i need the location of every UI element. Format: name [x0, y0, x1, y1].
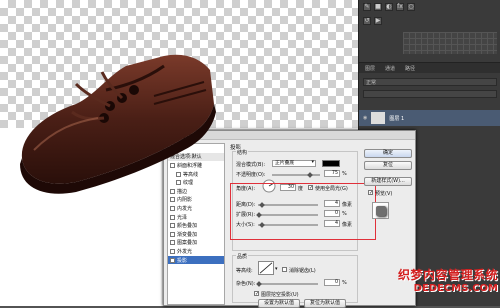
quality-title: 品质	[236, 253, 249, 260]
contour-label: 等高线:	[236, 268, 253, 274]
layer-blend-mode-select[interactable]: 正常	[363, 78, 497, 86]
style-item[interactable]: 外发光	[168, 247, 224, 256]
style-item-checkbox[interactable]	[170, 205, 175, 211]
antialias-label: 消除锯齿(L)	[289, 268, 316, 274]
style-item-checkbox[interactable]	[170, 240, 175, 246]
style-icon[interactable]: fx	[396, 3, 404, 11]
new-style-button[interactable]: 新建样式(W)...	[364, 177, 412, 186]
style-item[interactable]: 渐变叠加	[168, 230, 224, 239]
tab-channels[interactable]: 通道	[385, 65, 395, 72]
layer-blend-mode-label: 正常	[366, 80, 377, 86]
shadow-color-swatch[interactable]	[322, 160, 340, 167]
style-item-checkbox[interactable]	[170, 223, 175, 229]
noise-label: 杂色(N):	[236, 281, 256, 287]
layers-tabs: 图层 通道 路径	[359, 62, 500, 73]
style-item-label: 内发光	[177, 205, 193, 212]
noise-unit: %	[342, 280, 347, 286]
style-preview-thumbnail	[372, 202, 389, 219]
knockout-checkbox[interactable]: ✓	[254, 291, 259, 297]
style-item[interactable]: 光泽	[168, 213, 224, 222]
style-item-label: 投影	[177, 257, 188, 264]
style-item[interactable]: 内阴影	[168, 196, 224, 205]
opacity-unit: %	[342, 171, 347, 177]
reset-button[interactable]: 复位	[364, 161, 412, 170]
preview-checkbox[interactable]: ✓	[368, 190, 373, 196]
opacity-label: 不透明度(O):	[236, 172, 266, 178]
highlight-box	[230, 183, 376, 240]
reset-default-button[interactable]: 复位为默认值	[304, 299, 346, 308]
knockout-label: 图层挖空投影(U)	[261, 292, 299, 298]
actions-icon[interactable]: ▶	[374, 17, 382, 25]
noise-slider[interactable]	[258, 283, 318, 285]
tab-layers[interactable]: 图层	[365, 65, 375, 72]
brush-icon[interactable]: ✎	[363, 3, 371, 11]
watermark: 织梦内容管理系统 DEDECMS.COM	[380, 266, 498, 294]
tab-paths[interactable]: 路径	[405, 65, 415, 72]
style-item-label: 内阴影	[177, 197, 193, 204]
layer-lock-row[interactable]	[363, 90, 497, 98]
opacity-input[interactable]: 75	[324, 170, 340, 177]
style-item[interactable]: 图案叠加	[168, 239, 224, 248]
swatch-icon[interactable]: ■	[374, 3, 382, 11]
style-item-checkbox[interactable]: ✓	[170, 257, 175, 263]
panel-icon-row-2: ↺ ▶	[359, 14, 500, 28]
contour-dropdown-icon[interactable]: ▾	[275, 266, 278, 272]
antialias-checkbox[interactable]	[282, 267, 287, 272]
shoe-image	[20, 54, 216, 194]
set-default-button[interactable]: 设置为默认值	[258, 299, 300, 308]
style-item-checkbox[interactable]	[170, 231, 175, 237]
contour-preview-icon[interactable]	[258, 261, 274, 275]
style-item-checkbox[interactable]	[170, 248, 175, 254]
noise-input[interactable]: 0	[324, 279, 340, 286]
layer-row[interactable]: ◉ 图层 1	[359, 110, 500, 126]
panel-icon-row: ✎ ■ ◐ fx ○	[359, 0, 500, 14]
style-item-label: 图案叠加	[177, 240, 198, 247]
style-item-checkbox[interactable]	[170, 197, 175, 203]
layer-thumbnail	[371, 112, 386, 124]
mask-icon[interactable]: ○	[407, 3, 415, 11]
preview-label: 预览(V)	[375, 191, 393, 197]
history-icon[interactable]: ↺	[363, 17, 371, 25]
style-item[interactable]: 内发光	[168, 204, 224, 213]
adjust-icon[interactable]: ◐	[385, 3, 393, 11]
eye-icon[interactable]: ◉	[363, 115, 367, 121]
adjustments-grid[interactable]	[403, 32, 497, 54]
style-item-label: 光泽	[177, 214, 188, 221]
style-item-label: 渐变叠加	[177, 231, 198, 238]
style-item-checkbox[interactable]	[170, 214, 175, 220]
ok-button[interactable]: 确定	[364, 149, 412, 158]
style-item[interactable]: ✓ 投影	[168, 255, 224, 265]
style-item[interactable]: 颜色叠加	[168, 221, 224, 230]
blend-mode-select[interactable]: 正片叠底	[272, 160, 316, 167]
layer-name: 图层 1	[389, 115, 405, 122]
watermark-line-1: 织梦内容管理系统	[397, 268, 498, 282]
structure-title: 结构	[236, 149, 249, 156]
style-item-label: 外发光	[177, 248, 193, 255]
style-item-label: 颜色叠加	[177, 223, 198, 230]
watermark-line-2: DEDECMS.COM	[413, 283, 498, 294]
blend-mode-label: 混合模式(B):	[236, 162, 266, 168]
